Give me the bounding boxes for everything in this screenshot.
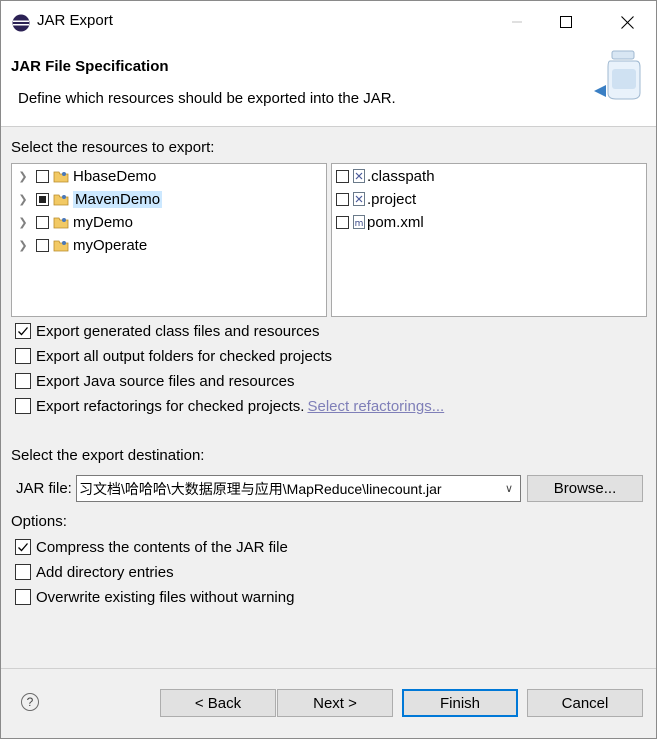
compress-option[interactable]: Compress the contents of the JAR file — [15, 536, 288, 558]
file-checkbox[interactable] — [336, 215, 349, 229]
project-checkbox[interactable] — [36, 238, 49, 252]
project-name: myOperate — [73, 236, 148, 254]
file-item-pom[interactable]: m pom.xml — [336, 211, 424, 233]
file-name: pom.xml — [367, 213, 424, 231]
file-checkbox[interactable] — [336, 169, 349, 183]
tree-item-myoperate[interactable]: ❯ myOperate — [16, 234, 147, 256]
resources-label: Select the resources to export: — [11, 139, 215, 156]
project-checkbox[interactable] — [36, 215, 49, 229]
options-label: Options: — [11, 513, 67, 530]
select-refactorings-link[interactable]: Select refactorings... — [307, 398, 444, 415]
close-button[interactable] — [604, 7, 650, 37]
xml-file-icon — [353, 169, 365, 183]
checkmark-icon — [18, 543, 28, 552]
jar-banner-icon — [594, 50, 641, 100]
directory-entries-checkbox[interactable] — [15, 564, 31, 580]
option-label: Overwrite existing files without warning — [36, 588, 295, 606]
expand-arrow-icon[interactable]: ❯ — [16, 239, 30, 252]
help-icon[interactable]: ? — [21, 693, 39, 711]
tree-item-mavendemo[interactable]: ❯ MavenDemo — [16, 188, 163, 210]
page-description: Define which resources should be exporte… — [18, 90, 396, 107]
option-label: Export all output folders for checked pr… — [36, 347, 332, 365]
destination-label: Select the export destination: — [11, 447, 205, 464]
option-label: Export Java source files and resources — [36, 372, 295, 390]
wizard-header: JAR File Specification Define which reso… — [1, 43, 656, 127]
project-checkbox[interactable] — [36, 169, 49, 183]
svg-text:m: m — [355, 219, 364, 229]
file-name: .project — [367, 190, 417, 208]
java-project-icon — [53, 217, 69, 229]
minimize-button[interactable] — [494, 7, 540, 37]
window-title: JAR Export — [37, 12, 113, 29]
file-item-project[interactable]: .project — [336, 188, 416, 210]
page-title: JAR File Specification — [11, 58, 169, 75]
jar-file-combo[interactable]: 习文档\哈哈哈\大数据原理与应用\MapReduce\linecount.jar… — [76, 475, 521, 502]
option-label: Export generated class files and resourc… — [36, 322, 320, 340]
tree-item-hbasedemo[interactable]: ❯ HbaseDemo — [16, 165, 156, 187]
file-item-classpath[interactable]: .classpath — [336, 165, 435, 187]
tree-item-mydemo[interactable]: ❯ myDemo — [16, 211, 133, 233]
project-checkbox[interactable] — [36, 192, 49, 206]
browse-button[interactable]: Browse... — [527, 475, 643, 502]
export-class-files-option[interactable]: Export generated class files and resourc… — [15, 320, 319, 342]
next-button[interactable]: Next > — [277, 689, 393, 717]
project-name: MavenDemo — [73, 190, 163, 208]
project-name: myDemo — [73, 213, 134, 231]
cancel-button[interactable]: Cancel — [527, 689, 643, 717]
java-project-icon — [53, 171, 69, 183]
expand-arrow-icon[interactable]: ❯ — [16, 170, 30, 183]
export-refactorings-checkbox[interactable] — [15, 398, 31, 414]
option-label: Compress the contents of the JAR file — [36, 538, 288, 556]
minimize-icon — [512, 21, 522, 23]
overwrite-checkbox[interactable] — [15, 589, 31, 605]
xml-file-icon — [353, 192, 365, 206]
export-class-files-checkbox[interactable] — [15, 323, 31, 339]
overwrite-option[interactable]: Overwrite existing files without warning — [15, 586, 294, 608]
checkmark-icon — [18, 327, 28, 336]
export-refactorings-option[interactable]: Export refactorings for checked projects… — [15, 395, 444, 417]
jar-file-input[interactable]: 习文档\哈哈哈\大数据原理与应用\MapReduce\linecount.jar — [77, 479, 498, 499]
maximize-button[interactable] — [543, 7, 589, 37]
eclipse-icon — [12, 14, 30, 32]
footer-separator — [1, 668, 656, 669]
close-icon — [620, 15, 634, 29]
jar-export-dialog: JAR Export JAR File Specification Define… — [0, 0, 657, 739]
chevron-down-icon[interactable]: ∨ — [498, 482, 520, 495]
title-bar: JAR Export — [1, 1, 656, 43]
expand-arrow-icon[interactable]: ❯ — [16, 216, 30, 229]
option-label: Export refactorings for checked projects… — [36, 397, 305, 415]
java-project-icon — [53, 194, 69, 206]
expand-arrow-icon[interactable]: ❯ — [16, 193, 30, 206]
export-java-source-option[interactable]: Export Java source files and resources — [15, 370, 294, 392]
finish-button[interactable]: Finish — [402, 689, 518, 717]
export-output-folders-option[interactable]: Export all output folders for checked pr… — [15, 345, 332, 367]
directory-entries-option[interactable]: Add directory entries — [15, 561, 174, 583]
export-java-source-checkbox[interactable] — [15, 373, 31, 389]
option-label: Add directory entries — [36, 563, 174, 581]
maven-pom-icon: m — [353, 215, 365, 229]
file-name: .classpath — [367, 167, 435, 185]
files-list[interactable]: .classpath .project m pom.xml — [331, 163, 647, 317]
compress-checkbox[interactable] — [15, 539, 31, 555]
project-name: HbaseDemo — [73, 167, 157, 185]
file-checkbox[interactable] — [336, 192, 349, 206]
java-project-icon — [53, 240, 69, 252]
export-output-folders-checkbox[interactable] — [15, 348, 31, 364]
back-button[interactable]: < Back — [160, 689, 276, 717]
projects-tree[interactable]: ❯ HbaseDemo ❯ MavenDemo ❯ myDemo ❯ myOpe… — [11, 163, 327, 317]
maximize-icon — [560, 16, 572, 28]
jar-file-label: JAR file: — [16, 480, 72, 497]
